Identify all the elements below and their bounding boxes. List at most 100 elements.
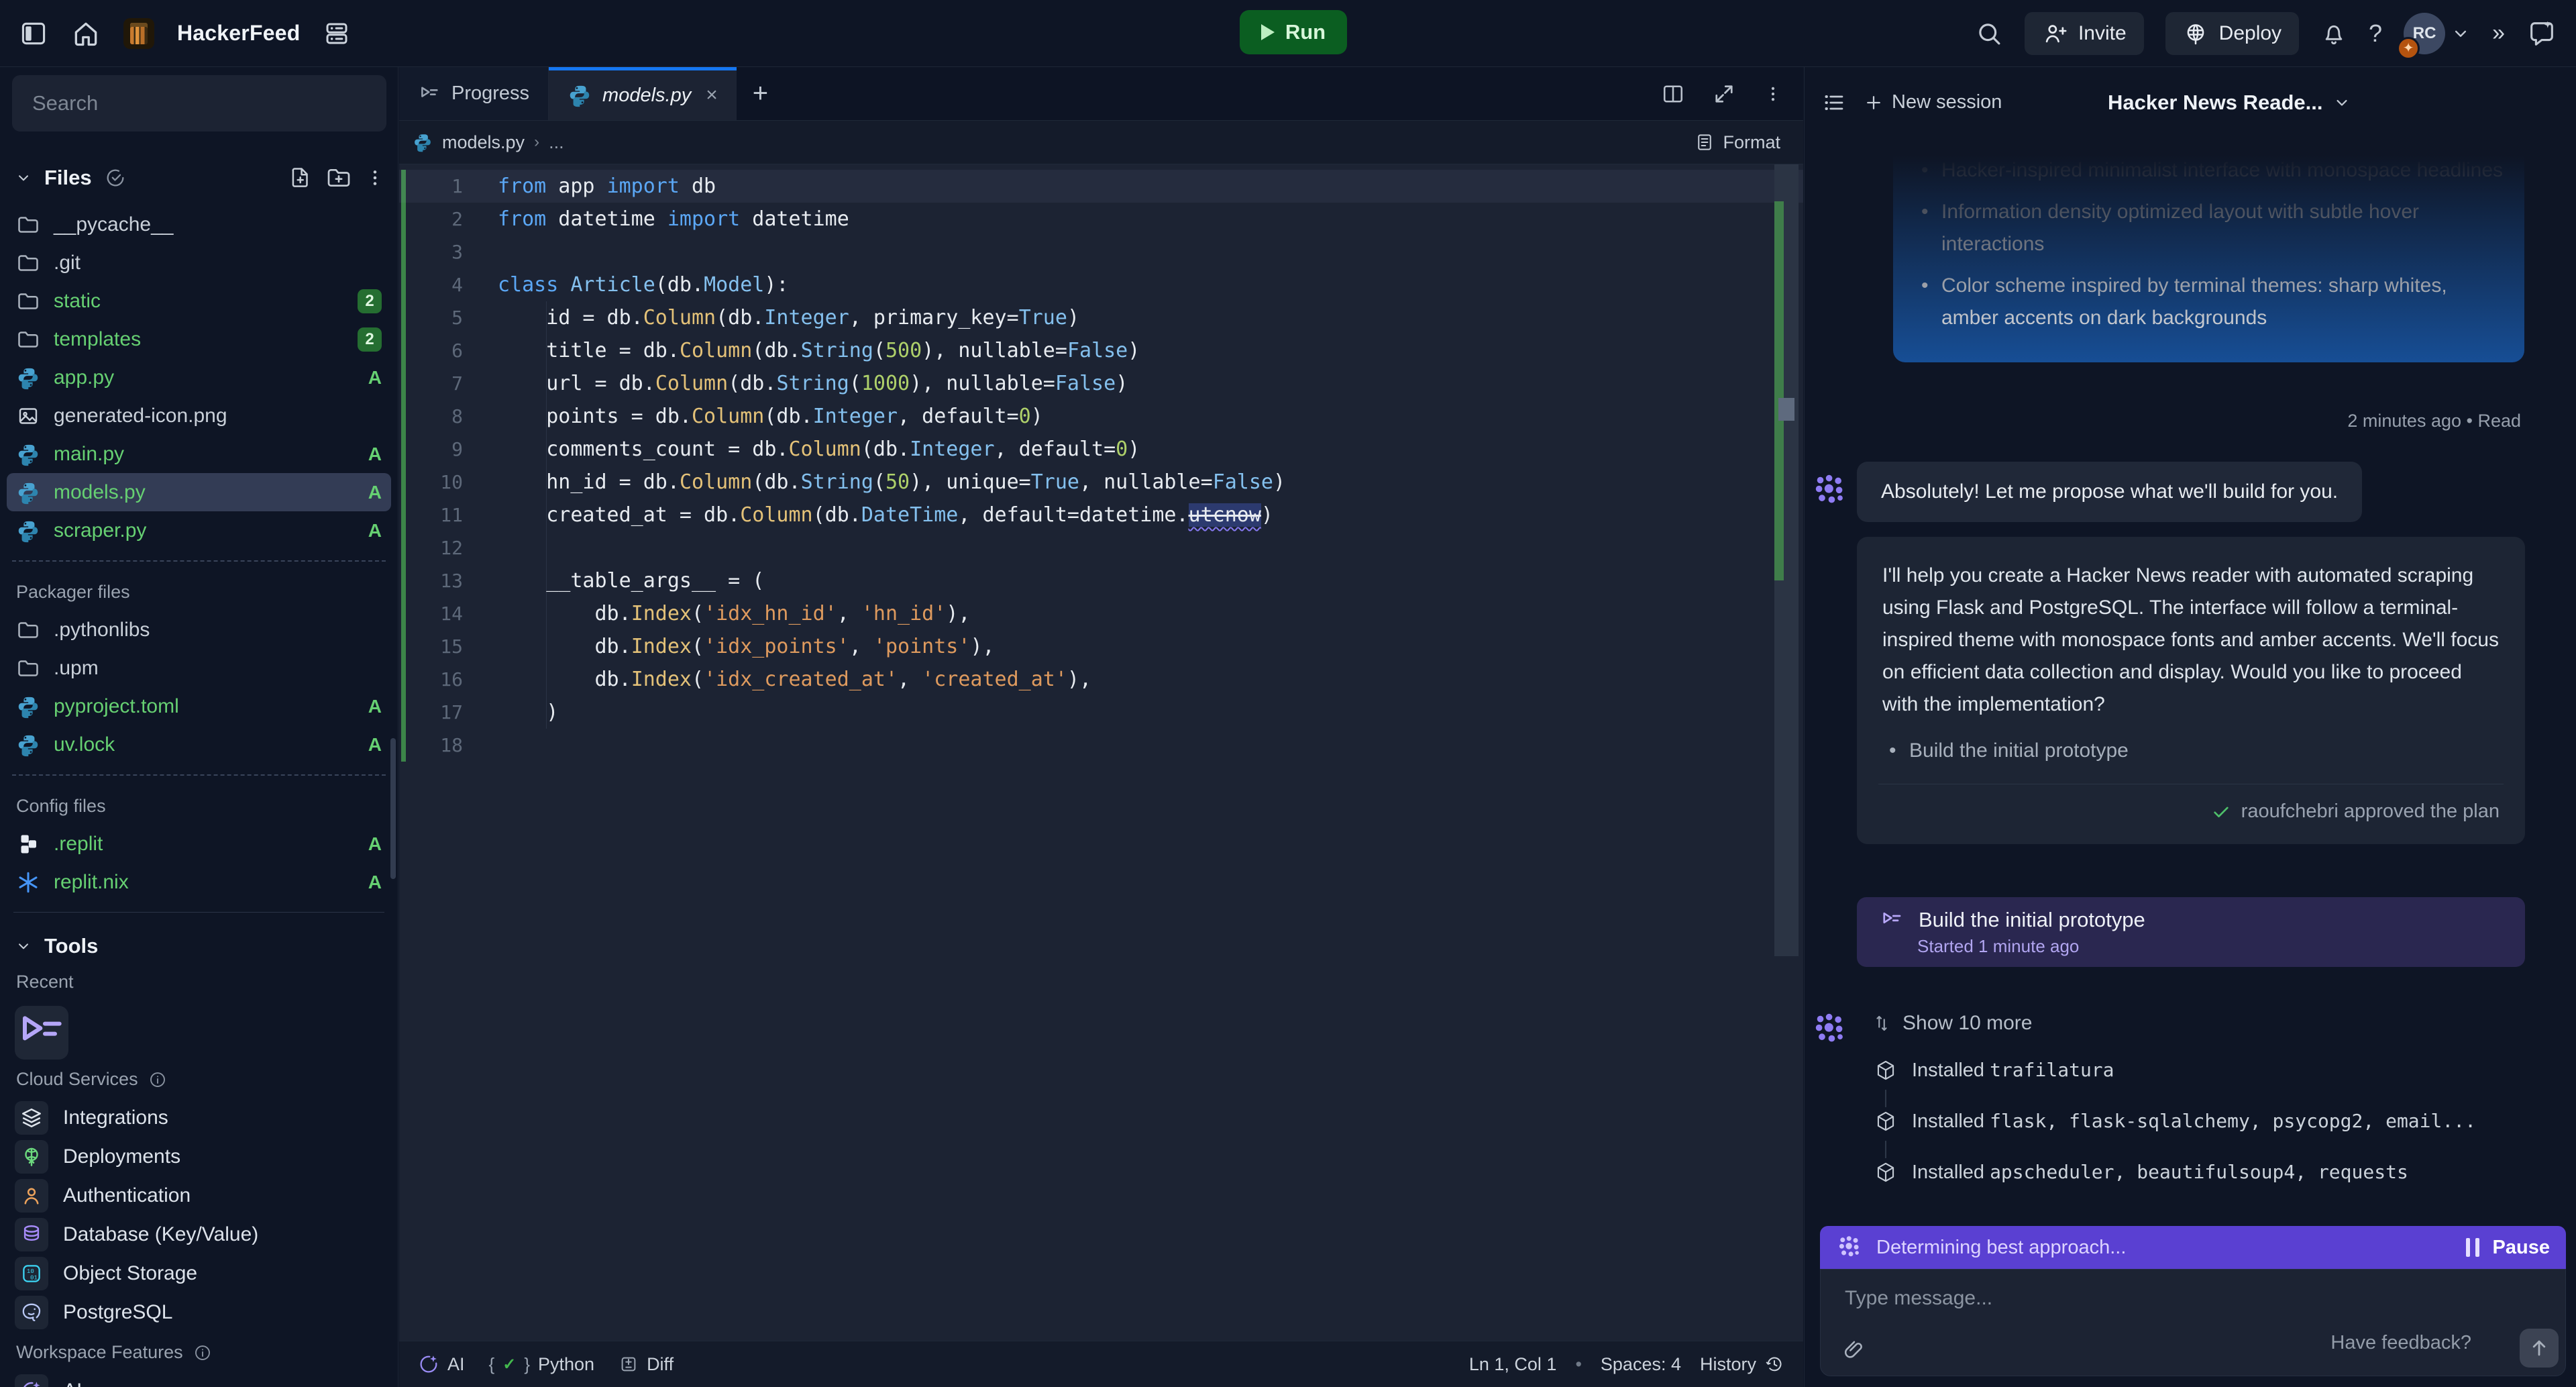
sidebar-item-integrations[interactable]: Integrations — [7, 1099, 391, 1137]
new-file-icon[interactable] — [288, 165, 313, 191]
file-row-main-py[interactable]: main.pyA — [7, 435, 391, 473]
file-row--replit[interactable]: .replitA — [7, 825, 391, 863]
file-name: .git — [54, 252, 80, 274]
sidebar-item-deployments[interactable]: Deployments — [7, 1138, 391, 1176]
file-row-uv-lock[interactable]: uv.lockA — [7, 725, 391, 764]
sidebar-toggle-icon[interactable] — [19, 19, 48, 48]
home-icon[interactable] — [71, 19, 101, 48]
send-button[interactable] — [2520, 1329, 2559, 1368]
help-icon[interactable]: ? — [2369, 19, 2382, 48]
sidebar-item-authentication[interactable]: Authentication — [7, 1177, 391, 1215]
session-title-dropdown[interactable]: Hacker News Reade... — [2108, 91, 2351, 115]
sidebar-item-ai[interactable]: AI — [7, 1372, 391, 1387]
service-tile — [15, 1296, 48, 1329]
history-button[interactable]: History — [1700, 1354, 1784, 1375]
service-label: Integrations — [63, 1107, 168, 1129]
search-box[interactable] — [12, 75, 386, 132]
run-button[interactable]: Run — [1240, 10, 1347, 54]
deprecated-token: utcnow — [1189, 503, 1261, 527]
package-icon — [1874, 1161, 1897, 1184]
sidebar-item-postgresql[interactable]: PostgreSQL — [7, 1294, 391, 1331]
file-row-replit-nix[interactable]: replit.nixA — [7, 863, 391, 901]
expand-icon[interactable] — [1712, 82, 1736, 106]
connector-line — [1885, 1141, 1886, 1158]
new-folder-icon[interactable] — [325, 164, 352, 191]
file-row-templates[interactable]: templates2 — [7, 320, 391, 358]
line-number: 1 — [399, 175, 463, 197]
file-row-pyproject-toml[interactable]: pyproject.tomlA — [7, 687, 391, 725]
tools-header[interactable]: Tools — [0, 923, 398, 962]
section-label: Config files — [0, 786, 398, 825]
status-ai[interactable]: AI — [418, 1353, 465, 1375]
tab-progress[interactable]: Progress — [399, 67, 549, 120]
code-editor[interactable]: 1from app import db2from datetime import… — [399, 164, 1803, 1341]
search-input[interactable] — [12, 91, 386, 115]
pause-button[interactable]: Pause — [2466, 1237, 2550, 1259]
cloud-services-text: Cloud Services — [16, 1069, 138, 1090]
folder-icon — [16, 618, 40, 642]
git-status-added: A — [368, 734, 382, 756]
sidebar: Files __pycache__.gitstatic2templates2ap… — [0, 67, 398, 1387]
task-card[interactable]: Build the initial prototype Started 1 mi… — [1857, 897, 2525, 967]
top-bar: HackerFeed Run Invite Deploy ? RC ✦ » — [0, 0, 2576, 67]
invite-button[interactable]: Invite — [2025, 12, 2144, 55]
breadcrumb-more[interactable]: ... — [549, 132, 564, 153]
file-row--upm[interactable]: .upm — [7, 649, 391, 687]
search-icon[interactable] — [1975, 19, 2003, 48]
info-icon — [193, 1343, 213, 1363]
tab-models-py[interactable]: models.py × — [549, 67, 737, 120]
history-label: History — [1700, 1354, 1756, 1375]
file-name: .pythonlibs — [54, 619, 150, 641]
file-row-scraper-py[interactable]: scraper.pyA — [7, 511, 391, 550]
editor-menu-icon[interactable] — [1763, 84, 1783, 104]
notifications-icon[interactable] — [2320, 20, 2347, 47]
status-language[interactable]: {✓} Python — [489, 1354, 595, 1375]
repl-resources-icon[interactable] — [323, 19, 351, 48]
format-label: Format — [1723, 132, 1780, 153]
chevron-down-icon[interactable] — [15, 169, 32, 187]
status-diff[interactable]: Diff — [619, 1354, 674, 1375]
deploy-button[interactable]: Deploy — [2165, 12, 2299, 55]
breadcrumb-file[interactable]: models.py — [442, 132, 525, 153]
feedback-link[interactable]: Have feedback? — [2330, 1332, 2471, 1354]
format-button[interactable]: Format — [1695, 132, 1790, 153]
tab-strip: Progress models.py × + — [399, 67, 1803, 121]
code-text: db.Index('idx_created_at', 'created_at')… — [498, 668, 1091, 691]
format-icon — [1695, 132, 1715, 152]
sidebar-scrollbar[interactable] — [390, 738, 396, 879]
attach-icon[interactable] — [1842, 1338, 1866, 1362]
message-input[interactable] — [1845, 1287, 2440, 1310]
file-row--git[interactable]: .git — [7, 244, 391, 282]
sidebar-item-database-key-value-[interactable]: Database (Key/Value) — [7, 1216, 391, 1253]
line-number: 3 — [399, 241, 463, 263]
agent-progress-banner: Determining best approach... Pause — [1820, 1226, 2566, 1269]
app-icon[interactable] — [123, 18, 154, 49]
split-pane-icon[interactable] — [1661, 82, 1685, 106]
close-icon[interactable]: × — [706, 84, 718, 107]
folder-icon — [16, 656, 40, 680]
install-row: Installed trafilatura — [1874, 1059, 2114, 1082]
file-row--pythonlibs[interactable]: .pythonlibs — [7, 611, 391, 649]
file-row-static[interactable]: static2 — [7, 282, 391, 320]
indentation-setting[interactable]: Spaces: 4 — [1601, 1354, 1681, 1375]
new-tab-button[interactable]: + — [737, 67, 784, 120]
ai-chat-icon[interactable] — [2526, 18, 2557, 49]
python-icon — [16, 519, 40, 543]
file-row-app-py[interactable]: app.pyA — [7, 358, 391, 397]
console-icon — [418, 83, 441, 105]
account-menu[interactable]: RC ✦ — [2404, 13, 2471, 54]
files-menu-icon[interactable] — [364, 167, 386, 189]
file-row-models-py[interactable]: models.pyA — [7, 473, 391, 511]
cursor-position[interactable]: Ln 1, Col 1 — [1469, 1354, 1557, 1375]
recent-tool-console[interactable] — [15, 1006, 68, 1060]
show-more-button[interactable]: Show 10 more — [1872, 1012, 2032, 1035]
service-label: Deployments — [63, 1145, 180, 1168]
sessions-list-icon[interactable] — [1822, 91, 1846, 115]
sidebar-item-object-storage[interactable]: 1001Object Storage — [7, 1255, 391, 1292]
file-row-generated-icon-png[interactable]: generated-icon.png — [7, 397, 391, 435]
new-session-button[interactable]: New session — [1864, 91, 2002, 113]
tab-label: Progress — [451, 83, 529, 105]
code-text: title = db.Column(db.String(500), nullab… — [498, 339, 1140, 362]
collapse-panel-icon[interactable]: » — [2492, 20, 2505, 46]
file-row--pycache-[interactable]: __pycache__ — [7, 205, 391, 244]
